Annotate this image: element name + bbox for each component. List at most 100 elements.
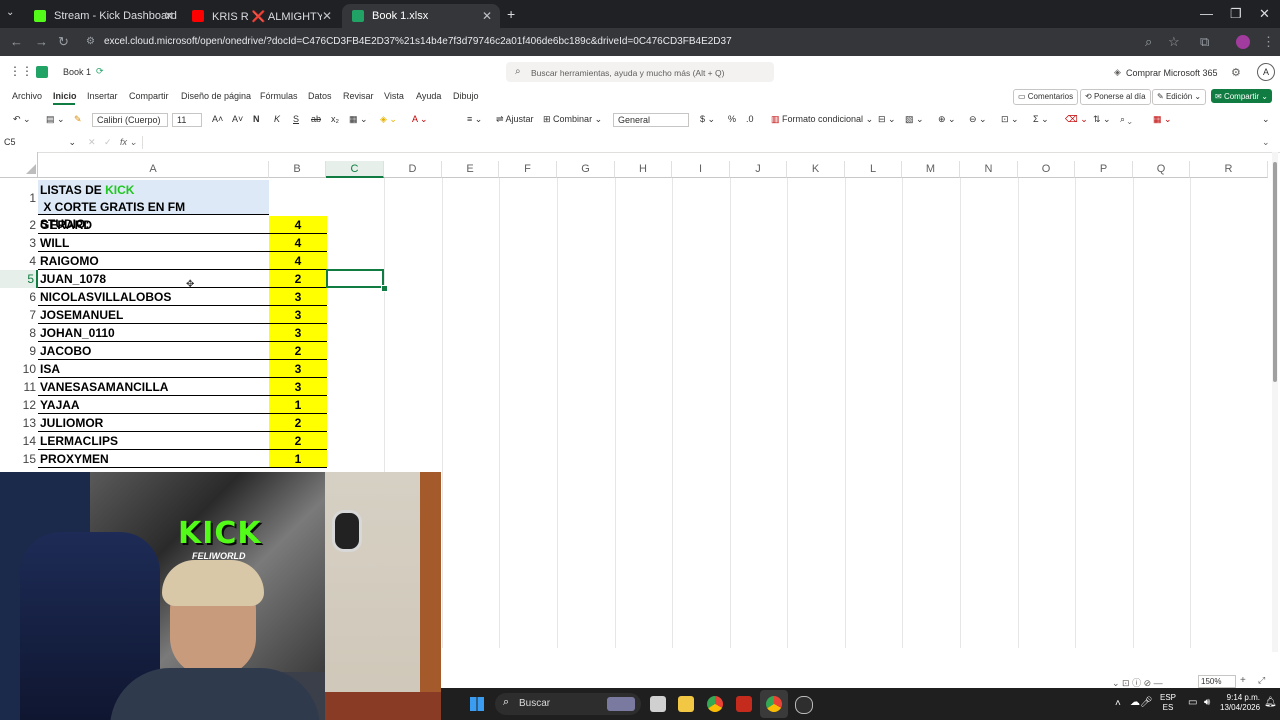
catchup-button[interactable]: ⟲ Ponerse al día — [1080, 89, 1151, 105]
row-header[interactable]: 12 — [0, 396, 38, 414]
zoom-select[interactable]: 150% — [1198, 675, 1236, 688]
column-header-d[interactable]: D — [384, 161, 442, 178]
row-header[interactable]: 13 — [0, 414, 38, 432]
account-avatar[interactable]: A — [1257, 63, 1275, 81]
column-header-q[interactable]: Q — [1133, 161, 1190, 178]
cell-styles-icon[interactable]: ▧ ⌄ — [905, 114, 924, 125]
buy-m365-link[interactable]: Comprar Microsoft 365 — [1126, 68, 1218, 78]
ribbon-collapse-icon[interactable]: ⌄ — [1262, 114, 1270, 125]
row-header[interactable]: 6 — [0, 288, 38, 306]
row-header[interactable]: 3 — [0, 234, 38, 252]
count-cell[interactable]: 4 — [269, 234, 327, 252]
clear-icon[interactable]: ⌫ ⌄ — [1065, 114, 1088, 125]
comments-button[interactable]: ▭ Comentarios — [1013, 89, 1079, 105]
bookmark-star-icon[interactable]: ☆ — [1168, 34, 1180, 50]
row-header[interactable]: 11 — [0, 378, 38, 396]
number-format-select[interactable]: General — [613, 113, 689, 127]
obs-icon[interactable] — [795, 696, 813, 714]
column-header-m[interactable]: M — [902, 161, 960, 178]
count-cell[interactable]: 3 — [269, 288, 327, 306]
menu-formulas[interactable]: Fórmulas — [260, 91, 298, 101]
column-header-i[interactable]: I — [672, 161, 730, 178]
row-header[interactable]: 4 — [0, 252, 38, 270]
language-indicator[interactable]: ESP ES — [1160, 693, 1176, 713]
column-header-h[interactable]: H — [615, 161, 672, 178]
fill-handle[interactable] — [381, 285, 388, 292]
count-cell[interactable]: 3 — [269, 306, 327, 324]
tray-onedrive-icon[interactable]: ☁ — [1130, 697, 1140, 708]
count-cell[interactable]: 2 — [269, 432, 327, 450]
name-cell[interactable]: JOHAN_0110 — [38, 324, 269, 342]
site-info-icon[interactable]: ⚙ — [86, 36, 95, 47]
accept-formula-icon[interactable]: ✓ — [104, 137, 112, 148]
undo-icon[interactable]: ↶ ⌄ — [13, 114, 31, 125]
column-header-g[interactable]: G — [557, 161, 615, 178]
count-cell[interactable]: 3 — [269, 360, 327, 378]
close-tab-icon[interactable]: ✕ — [322, 9, 332, 23]
tray-volume-icon[interactable]: 🔊︎ — [1204, 697, 1210, 708]
font-name-select[interactable]: Calibri (Cuerpo) — [92, 113, 168, 127]
vertical-scrollbar-thumb[interactable] — [1273, 162, 1277, 382]
row-header[interactable]: 9 — [0, 342, 38, 360]
zoom-lens-icon[interactable]: ⌕ — [1145, 34, 1152, 50]
settings-gear-icon[interactable]: ⚙ — [1231, 66, 1241, 79]
reload-icon[interactable]: ↻ — [58, 34, 69, 50]
extensions-icon[interactable]: ⧉ — [1200, 34, 1209, 50]
paste-icon[interactable]: ▤ ⌄ — [46, 114, 65, 125]
column-header-j[interactable]: J — [730, 161, 787, 178]
name-cell[interactable]: YAJAA — [38, 396, 269, 414]
function-icon[interactable]: fx ⌄ — [120, 137, 137, 148]
name-cell[interactable]: ISA — [38, 360, 269, 378]
count-cell[interactable]: 1 — [269, 450, 327, 468]
borders-icon[interactable]: ▦ ⌄ — [349, 114, 368, 125]
wrap-text-button[interactable]: ⇌ Ajustar — [496, 114, 534, 125]
chrome-icon[interactable] — [707, 696, 723, 712]
name-box[interactable]: C5 ⌄ — [4, 137, 76, 149]
row-header-1[interactable]: 1 — [0, 180, 38, 216]
back-icon[interactable]: ← — [10, 34, 23, 49]
url-field[interactable]: excel.cloud.microsoft/open/onedrive/?doc… — [104, 36, 732, 47]
table-format-icon[interactable]: ⊟ ⌄ — [878, 114, 896, 125]
menu-datos[interactable]: Datos — [308, 91, 332, 101]
column-header-a[interactable]: A — [38, 161, 269, 178]
name-cell[interactable]: JULIOMOR — [38, 414, 269, 432]
task-view-icon[interactable] — [650, 696, 666, 712]
row-header[interactable]: 8 — [0, 324, 38, 342]
fill-color-icon[interactable]: ◈ ⌄ — [380, 114, 397, 125]
taskbar-search[interactable]: ⌕ Buscar — [495, 693, 641, 715]
tab-kick-dashboard[interactable]: Stream - Kick Dashboard ✕ — [24, 4, 182, 28]
menu-vista[interactable]: Vista — [384, 91, 404, 101]
cancel-formula-icon[interactable]: ✕ — [88, 137, 96, 148]
share-button[interactable]: ✉ Compartir ⌄ — [1211, 89, 1272, 103]
tray-mic-icon[interactable]: 🎤︎ — [1140, 697, 1153, 708]
count-cell[interactable]: 4 — [269, 252, 327, 270]
file-explorer-icon[interactable] — [678, 696, 694, 712]
title-cell[interactable]: LISTAS DE KICK X CORTE GRATIS EN FM STUD… — [38, 180, 269, 231]
name-cell[interactable]: JACOBO — [38, 342, 269, 360]
column-header-e[interactable]: E — [442, 161, 499, 178]
strikethrough-icon[interactable]: ab — [311, 114, 321, 124]
tab-youtube[interactable]: KRIS R ❌ ALMIGHTY ❌ HAD̈ ✕ — [182, 4, 340, 28]
column-header-f[interactable]: F — [499, 161, 557, 178]
row-header[interactable]: 7 — [0, 306, 38, 324]
sort-filter-icon[interactable]: ⇅ ⌄ — [1093, 114, 1111, 125]
zoom-in-icon[interactable]: + — [1240, 675, 1246, 686]
find-icon[interactable]: ⌕ ⌄ — [1120, 114, 1132, 125]
name-cell[interactable]: LERMACLIPS — [38, 432, 269, 450]
name-cell[interactable]: JUAN_1078 — [38, 270, 269, 288]
notifications-icon[interactable]: 🔔︎ — [1264, 697, 1277, 708]
clock[interactable]: 9:14 p.m. 13/04/2026 — [1220, 693, 1260, 713]
row-header[interactable]: 14 — [0, 432, 38, 450]
currency-icon[interactable]: $ ⌄ — [700, 114, 715, 125]
align-icon[interactable]: ≡ ⌄ — [467, 114, 482, 125]
autosum-icon[interactable]: Σ ⌄ — [1033, 114, 1049, 125]
new-tab-button[interactable]: + — [507, 6, 515, 22]
browser-menu-icon[interactable]: ⋮ — [1262, 34, 1275, 50]
selected-cell-c5[interactable] — [326, 269, 384, 288]
menu-ayuda[interactable]: Ayuda — [416, 91, 441, 101]
windows-start-icon[interactable] — [470, 697, 484, 711]
name-cell[interactable]: WILL — [38, 234, 269, 252]
menu-dibujo[interactable]: Dibujo — [453, 91, 479, 101]
column-header-c[interactable]: C — [326, 161, 384, 178]
decimal-icon[interactable]: .0 — [746, 114, 754, 124]
